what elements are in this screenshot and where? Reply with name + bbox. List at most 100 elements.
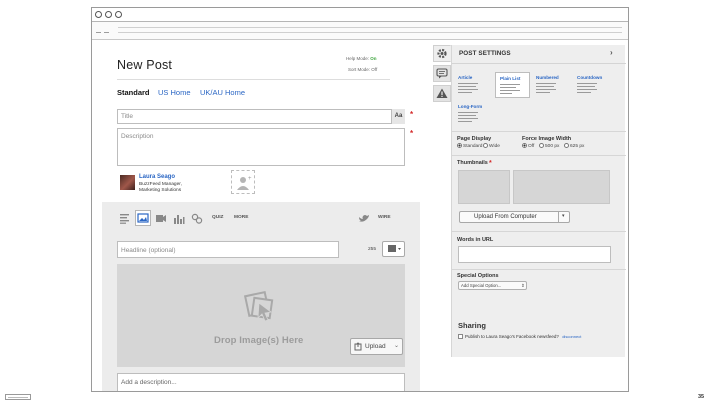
page-display-standard[interactable]: Standard — [457, 143, 482, 149]
help-mode-value: On — [370, 56, 377, 61]
settings-title: POST SETTINGS — [459, 50, 511, 57]
upload-button[interactable]: Upload ⌄ — [350, 338, 403, 355]
toolbar-rule — [118, 32, 622, 33]
option-label: Off — [528, 144, 535, 149]
tab-standard[interactable]: Standard — [117, 88, 150, 97]
upload-from-computer-label: Upload From Computer — [474, 214, 537, 220]
help-mode-toggle[interactable]: Help Mode: On — [346, 56, 377, 61]
link-icon[interactable] — [191, 213, 203, 224]
back-button[interactable] — [96, 32, 101, 33]
share-facebook-label: Publish to Laura Seago's Facebook newsfe… — [465, 334, 559, 339]
format-plain-list[interactable]: Plain List — [495, 72, 530, 98]
format-preview-line — [458, 115, 476, 116]
format-preview-line — [536, 83, 556, 84]
divider — [452, 231, 626, 232]
zoom-window-button[interactable] — [115, 11, 122, 18]
description-placeholder: Description — [121, 133, 154, 140]
special-options-value: Add Special Option... — [461, 283, 502, 288]
option-label: Wide — [489, 144, 500, 149]
radio-selected — [522, 143, 527, 148]
format-preview-line — [458, 92, 472, 93]
format-label: Long-Form — [458, 104, 483, 109]
page-display-wide[interactable]: Wide — [483, 143, 500, 149]
force-width-500[interactable]: 500 px — [539, 143, 559, 149]
text-format-button[interactable]: Aa — [391, 109, 405, 124]
share-facebook-option[interactable]: Publish to Laura Seago's Facebook newsfe… — [458, 334, 581, 339]
words-in-url-label: Words in URL — [457, 237, 494, 243]
avatar — [120, 175, 135, 190]
format-long-form[interactable]: Long-Form — [455, 101, 490, 127]
forward-button[interactable] — [104, 32, 109, 33]
close-window-button[interactable] — [95, 11, 102, 18]
description-field[interactable]: Description — [117, 128, 405, 166]
wire-tool[interactable]: WIRE — [378, 215, 391, 220]
image-description-input[interactable]: Add a description... — [117, 373, 405, 391]
divider — [558, 212, 559, 222]
image-tool-button[interactable] — [135, 210, 151, 226]
words-in-url-input[interactable] — [458, 246, 611, 263]
upload-from-computer-button[interactable]: Upload From Computer ▾ — [459, 211, 570, 223]
author-role: Marketing Solutions — [139, 188, 182, 193]
comment-icon — [436, 68, 448, 79]
chart-icon[interactable] — [173, 213, 185, 224]
disconnect-link[interactable]: disconnect — [562, 334, 581, 339]
divider — [452, 131, 626, 132]
more-tool[interactable]: MORE — [234, 215, 248, 220]
format-preview-line — [536, 86, 554, 87]
format-label: Article — [458, 75, 473, 80]
format-preview-line — [458, 112, 478, 113]
radio — [483, 143, 488, 148]
format-preview-line — [536, 92, 550, 93]
format-preview-line — [458, 83, 478, 84]
thumbnails-label: Thumbnails — [457, 160, 488, 166]
upload-icon — [354, 342, 362, 351]
force-width-off[interactable]: Off — [522, 143, 534, 149]
force-width-625[interactable]: 625 px — [564, 143, 584, 149]
thumbnail-slot[interactable] — [458, 170, 510, 204]
footer-logo — [5, 394, 31, 400]
special-options-label: Special Options — [457, 273, 499, 279]
title-field[interactable]: Title Aa — [117, 109, 405, 124]
force-width-label: Force Image Width — [522, 136, 572, 142]
format-label: Countdown — [577, 75, 603, 80]
format-numbered[interactable]: Numbered — [533, 72, 568, 98]
author-name[interactable]: Laura Seago — [139, 174, 175, 180]
add-author-button[interactable]: + — [231, 170, 255, 194]
format-preview-line — [536, 89, 556, 90]
format-preview-line — [458, 86, 476, 87]
upload-label: Upload — [365, 343, 386, 350]
chevron-right-icon[interactable]: › — [610, 48, 613, 57]
format-preview-line — [500, 93, 512, 94]
address-bar[interactable] — [118, 27, 622, 28]
sharing-title: Sharing — [458, 321, 486, 330]
image-icon — [137, 213, 149, 223]
tab-settings[interactable] — [433, 45, 451, 62]
special-options-select[interactable]: Add Special Option... ⇕ — [458, 281, 527, 290]
chevron-down-icon[interactable]: ▾ — [562, 213, 565, 219]
tab-us-home[interactable]: US Home — [158, 88, 191, 97]
sort-mode-toggle[interactable]: Sort Mode: Off — [348, 67, 377, 72]
image-drop-zone[interactable]: Drop Image(s) Here Upload ⌄ — [117, 264, 405, 367]
layout-dropdown[interactable] — [382, 241, 405, 257]
tab-uk-au-home[interactable]: UK/AU Home — [200, 88, 245, 97]
minimize-window-button[interactable] — [105, 11, 112, 18]
tab-warnings[interactable] — [433, 85, 451, 102]
quiz-tool[interactable]: QUIZ — [212, 215, 223, 220]
checkbox[interactable] — [458, 334, 463, 339]
page-title: New Post — [117, 58, 173, 72]
settings-header: POST SETTINGS › — [452, 45, 626, 64]
help-mode-label: Help Mode: — [346, 56, 370, 61]
warning-icon — [436, 88, 448, 98]
tab-comments[interactable] — [433, 65, 451, 82]
format-countdown[interactable]: Countdown — [573, 72, 615, 98]
divider — [452, 269, 626, 270]
svg-text:+: + — [248, 176, 252, 182]
headline-input[interactable]: Headline (optional) — [117, 241, 339, 258]
text-icon[interactable] — [119, 213, 131, 224]
title-placeholder: Title — [121, 113, 134, 120]
thumbnail-slot[interactable] — [513, 170, 610, 204]
twitter-icon[interactable] — [358, 213, 370, 224]
format-article[interactable]: Article — [455, 72, 490, 98]
layout-icon — [388, 245, 401, 252]
video-icon[interactable] — [155, 213, 167, 224]
